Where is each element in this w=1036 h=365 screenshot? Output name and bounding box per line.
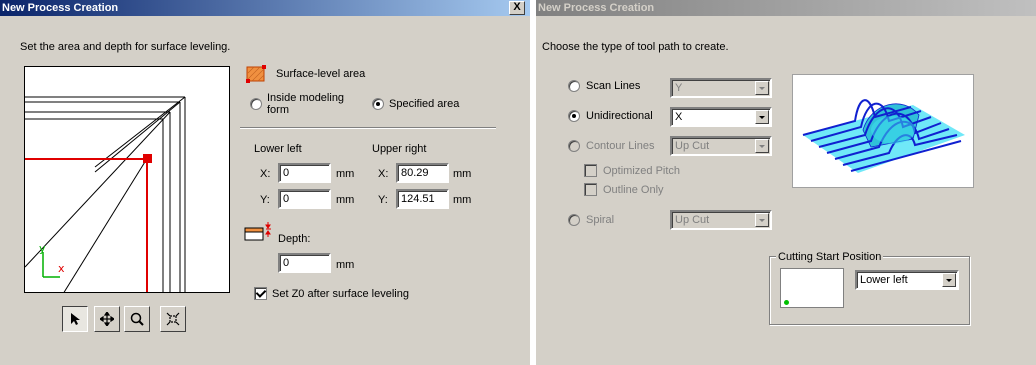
lower-left-x-input[interactable]: 0 xyxy=(278,163,331,183)
unidirectional-select[interactable]: X xyxy=(670,107,772,127)
instruction-text: Choose the type of tool path to create. xyxy=(542,41,729,53)
radio-inside-modeling-form[interactable] xyxy=(250,98,262,110)
chevron-down-icon[interactable] xyxy=(755,81,769,95)
scan-lines-label: Scan Lines xyxy=(586,80,641,92)
upper-right-x-input[interactable]: 80.29 xyxy=(396,163,449,183)
radio-specified-label: Specified area xyxy=(389,98,460,110)
lower-left-heading: Lower left xyxy=(254,143,302,155)
cutting-start-label: Cutting Start Position xyxy=(776,251,884,264)
tool-path-illustration xyxy=(802,99,965,173)
unit-label: mm xyxy=(336,194,355,206)
zoom-icon xyxy=(130,312,144,326)
close-button[interactable]: X xyxy=(509,1,525,15)
lower-left-y-label: Y: xyxy=(260,194,270,206)
spiral-value: Up Cut xyxy=(675,214,710,226)
select-arrow-icon xyxy=(71,313,80,325)
unidirectional-value: X xyxy=(675,111,683,123)
fit-view-icon xyxy=(166,312,180,326)
set-z0-checkbox[interactable] xyxy=(254,287,267,300)
title-bar: New Process Creation X xyxy=(0,0,530,16)
depth-input[interactable]: 0 xyxy=(278,253,331,273)
outline-only-checkbox[interactable] xyxy=(584,183,597,196)
lower-left-y-input[interactable]: 0 xyxy=(278,189,331,209)
area-preview-canvas[interactable]: y x xyxy=(24,66,230,293)
select-tool-button[interactable] xyxy=(62,306,88,332)
title-bar: New Process Creation xyxy=(536,0,1036,16)
tool-path-dialog-area: New Process Creation Choose the type of … xyxy=(536,0,1036,365)
depth-icon xyxy=(244,221,274,243)
cutting-start-select[interactable]: Lower left xyxy=(855,270,959,290)
model-wireframe: y x xyxy=(25,96,186,292)
unit-label: mm xyxy=(453,168,472,180)
radio-contour-lines[interactable] xyxy=(568,140,580,152)
unit-label: mm xyxy=(336,168,355,180)
cutting-start-preview xyxy=(780,268,844,308)
window-title: New Process Creation xyxy=(538,2,655,14)
new-process-dialog-area: New Process Creation X Set the area and … xyxy=(0,0,530,365)
window-title: New Process Creation xyxy=(2,2,119,14)
scan-lines-select[interactable]: Y xyxy=(670,78,772,98)
chevron-down-icon[interactable] xyxy=(755,110,769,124)
upper-right-handle[interactable] xyxy=(143,154,152,163)
axis-y-label: y xyxy=(39,242,46,255)
surface-area-label: Surface-level area xyxy=(276,68,366,80)
contour-lines-label: Contour Lines xyxy=(586,140,655,152)
optimized-pitch-label: Optimized Pitch xyxy=(603,165,681,177)
lower-left-x-label: X: xyxy=(260,168,271,180)
depth-label: Depth: xyxy=(278,233,311,245)
set-z0-label: Set Z0 after surface leveling xyxy=(272,288,409,300)
radio-specified-area[interactable] xyxy=(372,98,384,110)
fit-view-button[interactable] xyxy=(160,306,186,332)
surface-area-icon xyxy=(246,64,268,84)
pan-icon xyxy=(100,312,114,326)
unit-label: mm xyxy=(336,259,355,271)
scan-lines-value: Y xyxy=(675,82,683,94)
chevron-down-icon[interactable] xyxy=(942,273,956,287)
pan-tool-button[interactable] xyxy=(94,306,120,332)
radio-unidirectional[interactable] xyxy=(568,110,580,122)
zoom-tool-button[interactable] xyxy=(124,306,150,332)
upper-right-y-label: Y: xyxy=(378,194,388,206)
upper-right-y-input[interactable]: 124.51 xyxy=(396,189,449,209)
radio-scan-lines[interactable] xyxy=(568,80,580,92)
spiral-select[interactable]: Up Cut xyxy=(670,210,772,230)
axis-x-label: x xyxy=(58,262,65,275)
chevron-down-icon[interactable] xyxy=(755,213,769,227)
upper-right-x-label: X: xyxy=(378,168,389,180)
optimized-pitch-checkbox[interactable] xyxy=(584,164,597,177)
radio-spiral[interactable] xyxy=(568,214,580,226)
contour-lines-value: Up Cut xyxy=(675,140,710,152)
tool-path-preview xyxy=(792,74,974,188)
instruction-text: Set the area and depth for surface level… xyxy=(20,41,231,53)
unit-label: mm xyxy=(453,194,472,206)
unidirectional-label: Unidirectional xyxy=(586,110,653,122)
cutting-start-value: Lower left xyxy=(860,274,908,286)
chevron-down-icon[interactable] xyxy=(755,139,769,153)
close-icon: X xyxy=(513,1,521,13)
radio-inside-label: Inside modeling form xyxy=(267,92,345,116)
start-point-dot xyxy=(784,300,789,305)
outline-only-label: Outline Only xyxy=(603,184,664,196)
contour-lines-select[interactable]: Up Cut xyxy=(670,136,772,156)
upper-right-heading: Upper right xyxy=(372,143,427,155)
divider xyxy=(240,127,496,129)
spiral-label: Spiral xyxy=(586,214,615,226)
